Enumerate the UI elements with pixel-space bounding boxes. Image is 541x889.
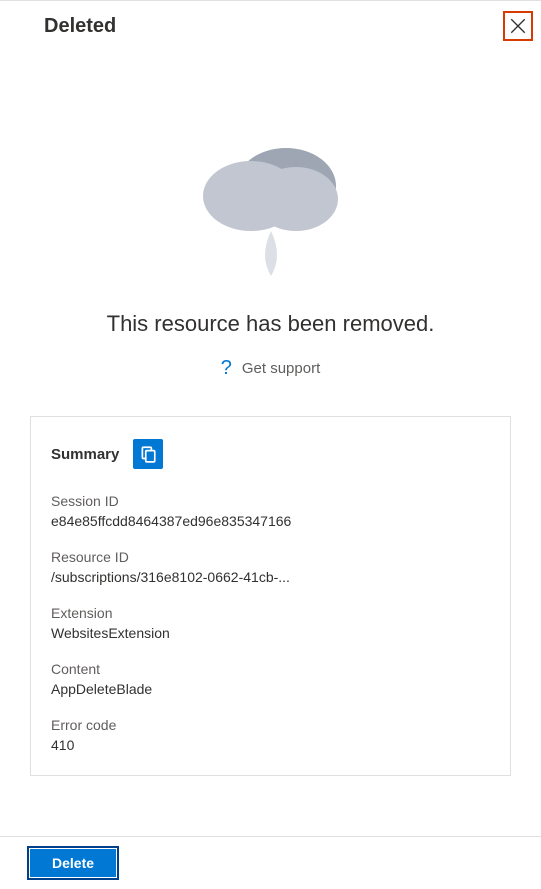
summary-item: Content AppDeleteBlade — [51, 661, 490, 697]
summary-value: 410 — [51, 737, 490, 753]
panel-title: Deleted — [44, 15, 116, 38]
summary-label: Extension — [51, 605, 490, 621]
get-support-link[interactable]: ? Get support — [221, 357, 321, 380]
get-support-label: Get support — [242, 360, 320, 377]
summary-label: Resource ID — [51, 549, 490, 565]
copy-icon — [139, 445, 157, 463]
summary-item: Resource ID /subscriptions/316e8102-0662… — [51, 549, 490, 585]
cloud-rain-icon — [181, 111, 361, 291]
summary-value: WebsitesExtension — [51, 625, 490, 641]
summary-box: Summary Session ID e84e85ffcdd8464387ed9… — [30, 416, 511, 776]
summary-item: Error code 410 — [51, 717, 490, 753]
summary-title: Summary — [51, 446, 119, 463]
panel-content: This resource has been removed. ? Get su… — [0, 51, 541, 776]
help-icon: ? — [221, 357, 232, 380]
summary-item: Extension WebsitesExtension — [51, 605, 490, 641]
summary-item: Session ID e84e85ffcdd8464387ed96e835347… — [51, 493, 490, 529]
summary-label: Session ID — [51, 493, 490, 509]
panel-footer: Delete — [0, 836, 541, 889]
summary-value: AppDeleteBlade — [51, 681, 490, 697]
close-icon — [509, 17, 527, 35]
delete-button[interactable]: Delete — [30, 849, 116, 877]
summary-label: Error code — [51, 717, 490, 733]
summary-header: Summary — [51, 439, 490, 469]
status-message: This resource has been removed. — [30, 311, 511, 337]
summary-value: /subscriptions/316e8102-0662-41cb-... — [51, 569, 490, 585]
copy-button[interactable] — [133, 439, 163, 469]
summary-label: Content — [51, 661, 490, 677]
summary-value: e84e85ffcdd8464387ed96e835347166 — [51, 513, 490, 529]
panel-header: Deleted — [0, 0, 541, 51]
close-button[interactable] — [503, 11, 533, 41]
